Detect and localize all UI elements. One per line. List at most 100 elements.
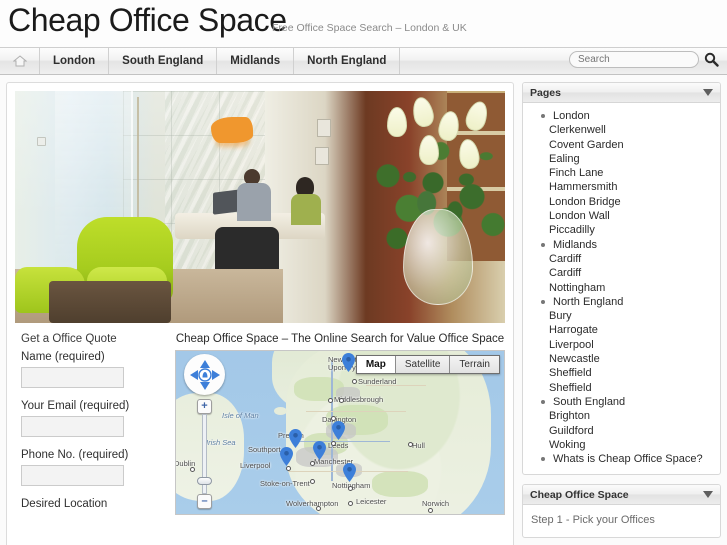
calla-lily	[419, 135, 439, 165]
list-item[interactable]: London Wall	[549, 209, 714, 223]
widget-title: Cheap Office Space	[530, 488, 629, 501]
zoom-out-button[interactable]: –	[197, 494, 212, 509]
map-label: Wolverhampton	[286, 499, 339, 508]
nav-label: London	[53, 55, 96, 67]
list-item[interactable]: Ealing	[549, 152, 714, 166]
list-item[interactable]: Cardiff	[549, 252, 714, 266]
map-zoom-slider[interactable]: + –	[197, 399, 212, 509]
phone-field[interactable]	[21, 465, 124, 486]
list-item[interactable]: Piccadilly	[549, 223, 714, 237]
list-item[interactable]: Covent Garden	[549, 138, 714, 152]
nav-item-south-england[interactable]: South England	[109, 48, 218, 74]
widget-pages-body: London Clerkenwell Covent Garden Ealing …	[523, 103, 720, 474]
zoom-thumb[interactable]	[197, 477, 212, 485]
main-navigation: London South England Midlands North Engl…	[0, 47, 727, 75]
page-root: Cheap Office Space Free Office Space Sea…	[0, 0, 727, 545]
list-item[interactable]: Cardiff	[549, 266, 714, 280]
chevron-down-icon[interactable]	[703, 89, 713, 96]
light-switch	[37, 137, 46, 146]
sidebar-item-what-is-cheap-office-space[interactable]: Whats is Cheap Office Space?	[529, 452, 714, 466]
map-pin-nottingham[interactable]	[343, 463, 356, 482]
map-city-dot	[310, 479, 315, 484]
map-label: Hull	[412, 441, 425, 450]
list-item[interactable]: Newcastle	[549, 352, 714, 366]
nav-label: Midlands	[230, 55, 281, 67]
site-tagline: Free Office Space Search – London & UK	[272, 22, 467, 34]
map-pin-leeds[interactable]	[332, 421, 345, 440]
map-city-dot	[331, 441, 336, 446]
search-area	[569, 51, 719, 68]
orange-decor-shape	[211, 117, 253, 143]
list-item[interactable]: Woking	[549, 438, 714, 452]
map-pin-preston[interactable]	[289, 429, 302, 448]
map-pin-manchester[interactable]	[313, 441, 326, 460]
glass-vase	[403, 209, 473, 305]
search-input[interactable]	[569, 51, 699, 68]
sidebar-item-midlands[interactable]: Midlands	[529, 238, 714, 252]
nav-item-london[interactable]: London	[40, 48, 110, 74]
name-field[interactable]	[21, 367, 124, 388]
map-type-map[interactable]: Map	[356, 356, 396, 373]
widget-pages-header[interactable]: Pages	[523, 83, 720, 103]
map-type-satellite[interactable]: Satellite	[395, 356, 451, 373]
map-label: Stoke-on-Trent	[260, 479, 310, 488]
map-pin-liverpool[interactable]	[280, 447, 293, 466]
map-city-dot	[286, 466, 291, 471]
map-city-dot	[428, 508, 433, 513]
nav-item-home[interactable]	[0, 48, 40, 74]
list-item[interactable]: Clerkenwell	[549, 123, 714, 137]
map-label: Norwich	[422, 499, 450, 508]
map-type-terrain[interactable]: Terrain	[450, 356, 499, 373]
list-item[interactable]: Sheffield	[549, 381, 714, 395]
map-pan-control[interactable]	[184, 354, 225, 395]
site-title: Cheap Office Space	[8, 2, 287, 38]
map-city-dot	[339, 398, 344, 403]
list-item[interactable]: Finch Lane	[549, 166, 714, 180]
sidebar-item-london[interactable]: London	[529, 109, 714, 123]
step-text: Step 1 - Pick your Offices	[531, 514, 655, 527]
email-field-label: Your Email (required)	[21, 400, 130, 412]
map-label: Leicester	[356, 497, 387, 506]
map-label: Sunderland	[358, 377, 397, 386]
map-land-isle-of-man	[274, 407, 287, 415]
form-heading: Get a Office Quote	[21, 333, 117, 345]
email-field[interactable]	[21, 416, 124, 437]
map-city-dot	[348, 486, 353, 491]
map-widget[interactable]: Newcastle Upon Tyne Sunderland Middlesbr…	[175, 350, 505, 515]
widget-cheap-office-space-header[interactable]: Cheap Office Space	[523, 485, 720, 506]
sidebar-sublist-north-england: Bury Harrogate Liverpool Newcastle Sheff…	[529, 309, 714, 395]
sidebar-item-south-england[interactable]: South England	[529, 395, 714, 409]
nav-item-north-england[interactable]: North England	[294, 48, 401, 74]
location-field-label: Desired Location	[21, 498, 108, 510]
wall-picture	[315, 147, 329, 165]
sidebar-item-north-england[interactable]: North England	[529, 295, 714, 309]
list-item[interactable]: Hammersmith	[549, 180, 714, 194]
map-label: Southport	[248, 445, 281, 454]
map-title: Cheap Office Space – The Online Search f…	[175, 333, 505, 345]
zoom-in-button[interactable]: +	[197, 399, 212, 414]
map-label: Isle of Man	[222, 411, 259, 420]
list-item[interactable]: London Bridge	[549, 195, 714, 209]
list-item[interactable]: Brighton	[549, 409, 714, 423]
person-at-laptop	[237, 169, 271, 221]
lower-content-row: Get a Office Quote Name (required) Your …	[15, 333, 505, 515]
nav-label: North England	[307, 55, 387, 67]
main-content-panel: Get a Office Quote Name (required) Your …	[6, 82, 514, 545]
map-city-dot	[408, 442, 413, 447]
list-item[interactable]: Nottingham	[549, 281, 714, 295]
map-green-area	[372, 471, 428, 497]
list-item[interactable]: Liverpool	[549, 338, 714, 352]
person-seated	[291, 177, 321, 225]
list-item[interactable]: Sheffield	[549, 366, 714, 380]
nav-item-midlands[interactable]: Midlands	[217, 48, 295, 74]
nav-label: South England	[122, 55, 204, 67]
map-city-dot	[352, 379, 357, 384]
chevron-down-icon[interactable]	[703, 491, 713, 499]
list-item[interactable]: Harrogate	[549, 323, 714, 337]
map-city-dot	[328, 398, 333, 403]
list-item[interactable]: Guildford	[549, 424, 714, 438]
widget-cheap-office-space: Cheap Office Space Step 1 - Pick your Of…	[522, 484, 721, 539]
list-item[interactable]: Bury	[549, 309, 714, 323]
map-pin-newcastle[interactable]	[342, 353, 355, 372]
search-icon[interactable]	[703, 52, 719, 68]
